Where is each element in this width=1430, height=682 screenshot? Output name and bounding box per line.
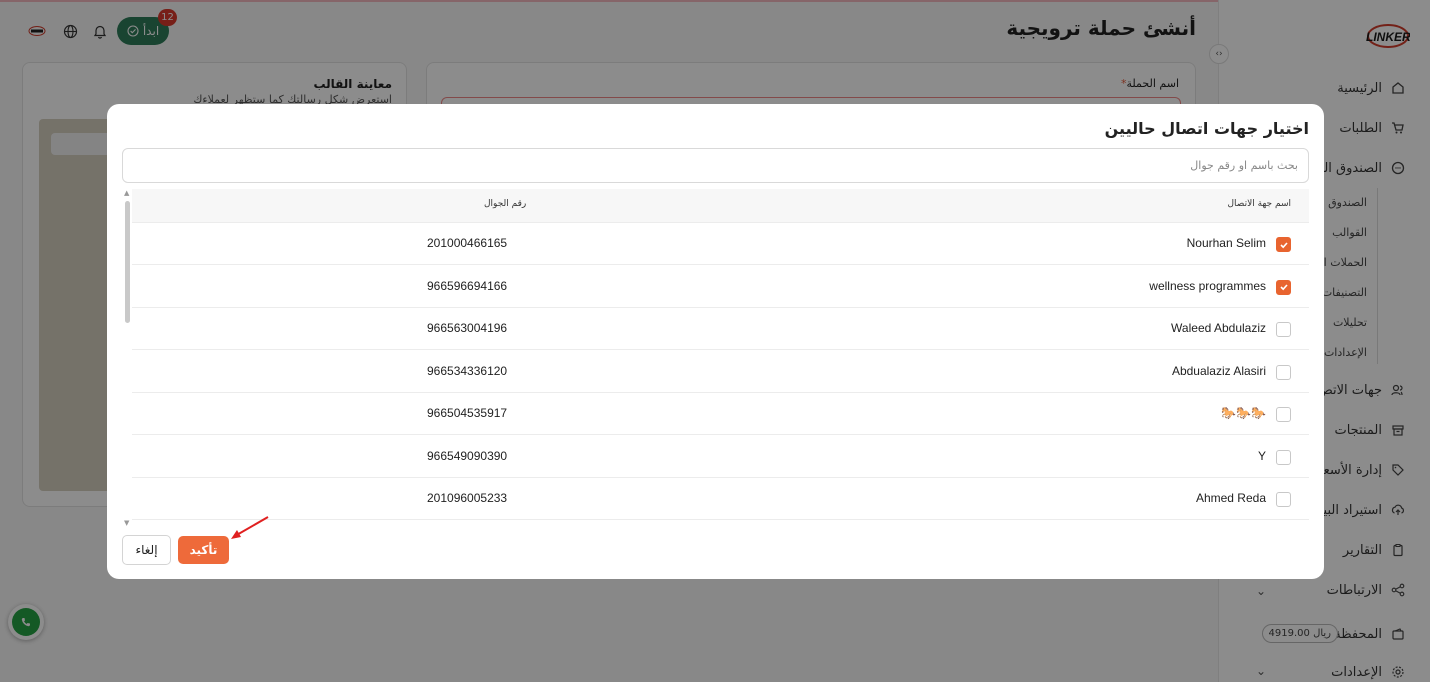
- row-checkbox[interactable]: [1276, 407, 1291, 422]
- contact-phone: 201096005233: [427, 491, 508, 505]
- row-checkbox[interactable]: [1276, 322, 1291, 337]
- cancel-button[interactable]: إلغاء: [122, 535, 171, 565]
- select-contacts-modal: اختيار جهات اتصال حاليين ▲ ▼ اسم جهة الا…: [107, 104, 1324, 579]
- row-checkbox[interactable]: [1276, 237, 1291, 252]
- search-input[interactable]: [122, 148, 1309, 183]
- contact-name: 🐎🐎🐎: [1221, 406, 1266, 420]
- table-scrollbar[interactable]: ▲ ▼: [122, 189, 132, 529]
- confirm-button[interactable]: تأكيد: [178, 536, 229, 564]
- scroll-down-arrow-icon[interactable]: ▼: [124, 519, 129, 527]
- row-checkbox[interactable]: [1276, 364, 1291, 380]
- table-header: اسم جهة الاتصال رقم الجوال: [132, 189, 1309, 223]
- contact-phone: 966504535917: [427, 406, 508, 420]
- contact-name: Ahmed Reda: [1195, 491, 1266, 505]
- row-checkbox[interactable]: [1276, 279, 1291, 295]
- contact-phone: 966534336120: [427, 363, 508, 378]
- contacts-table: اسم جهة الاتصال رقم الجوال Nourhan Selim…: [132, 189, 1309, 521]
- table-row[interactable]: Ahmed Reda 201096005233: [132, 478, 1309, 520]
- table-row[interactable]: Abdualaziz Alasiri 966534336120: [132, 351, 1309, 393]
- scrollbar-thumb[interactable]: [125, 201, 130, 323]
- column-header-phone: رقم الجوال: [484, 199, 527, 209]
- annotation-arrow-icon: [231, 516, 269, 539]
- row-checkbox[interactable]: [1276, 449, 1291, 465]
- table-row[interactable]: Y 966549090390: [132, 436, 1309, 478]
- scroll-up-arrow-icon[interactable]: ▲: [124, 189, 129, 197]
- table-row[interactable]: Waleed Abdulaziz 966563004196: [132, 308, 1309, 350]
- contact-phone: 966596694166: [427, 278, 508, 293]
- column-header-name: اسم جهة الاتصال: [1227, 199, 1291, 209]
- contact-name: wellness programmes: [1149, 278, 1266, 293]
- contact-phone: 966563004196: [427, 321, 508, 335]
- contact-name: Y: [1257, 448, 1266, 463]
- contact-name: Abdualaziz Alasiri: [1171, 363, 1266, 378]
- modal-title: اختيار جهات اتصال حاليين: [1104, 119, 1309, 138]
- contact-phone: 966549090390: [427, 448, 508, 463]
- contact-name: Nourhan Selim: [1186, 236, 1266, 250]
- contact-phone: 201000466165: [427, 236, 508, 250]
- row-checkbox[interactable]: [1276, 492, 1291, 507]
- table-row[interactable]: wellness programmes 966596694166: [132, 266, 1309, 308]
- contact-name: Waleed Abdulaziz: [1171, 321, 1266, 335]
- table-row[interactable]: 🐎🐎🐎 966504535917: [132, 393, 1309, 435]
- table-row[interactable]: Nourhan Selim 201000466165: [132, 223, 1309, 265]
